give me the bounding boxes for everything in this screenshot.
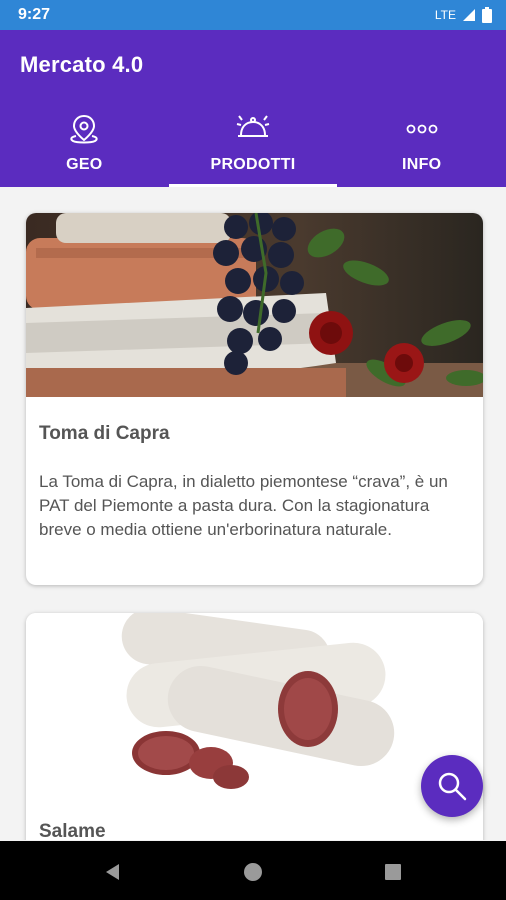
tab-label: INFO <box>401 156 442 173</box>
tab-label: GEO <box>66 156 103 173</box>
serving-cloche-icon <box>235 112 271 146</box>
tab-info[interactable]: INFO <box>337 110 506 187</box>
product-image-toma <box>26 213 483 397</box>
signal-icon <box>463 9 475 21</box>
tab-bar: GEO PRODOTTI INFO <box>0 110 506 187</box>
recents-button[interactable] <box>378 857 408 887</box>
back-button[interactable] <box>98 857 128 887</box>
search-fab-button[interactable] <box>421 755 483 817</box>
recents-square-icon <box>385 864 401 880</box>
battery-icon <box>482 7 492 23</box>
status-time: 9:27 <box>18 6 51 23</box>
back-triangle-icon <box>106 864 119 880</box>
product-description: La Toma di Capra, in dialetto piemontese… <box>39 472 448 539</box>
status-icons: LTE <box>435 7 492 23</box>
product-title: Salame <box>39 821 106 840</box>
map-pin-icon <box>67 112 101 146</box>
tab-label: PRODOTTI <box>210 156 296 173</box>
system-nav-bar <box>0 841 506 900</box>
product-card[interactable]: Salame <box>26 613 483 840</box>
more-dots-icon <box>405 112 439 146</box>
network-type: LTE <box>434 8 456 22</box>
product-title: Toma di Capra <box>39 423 170 444</box>
search-icon <box>438 772 467 801</box>
product-image-salame <box>26 613 483 797</box>
product-card[interactable]: Toma di Capra La Toma di Capra, in diale… <box>26 213 483 585</box>
app-title: Mercato 4.0 <box>20 52 144 77</box>
tab-prodotti[interactable]: PRODOTTI <box>168 110 338 187</box>
app-bar: Mercato 4.0 GEO PRODOTTI INFO <box>0 30 506 187</box>
home-button[interactable] <box>238 857 268 887</box>
product-list[interactable]: Toma di Capra La Toma di Capra, in diale… <box>0 187 506 840</box>
home-circle-icon <box>244 863 262 881</box>
tab-geo[interactable]: GEO <box>0 110 169 187</box>
status-bar: 9:27 LTE <box>0 0 506 30</box>
